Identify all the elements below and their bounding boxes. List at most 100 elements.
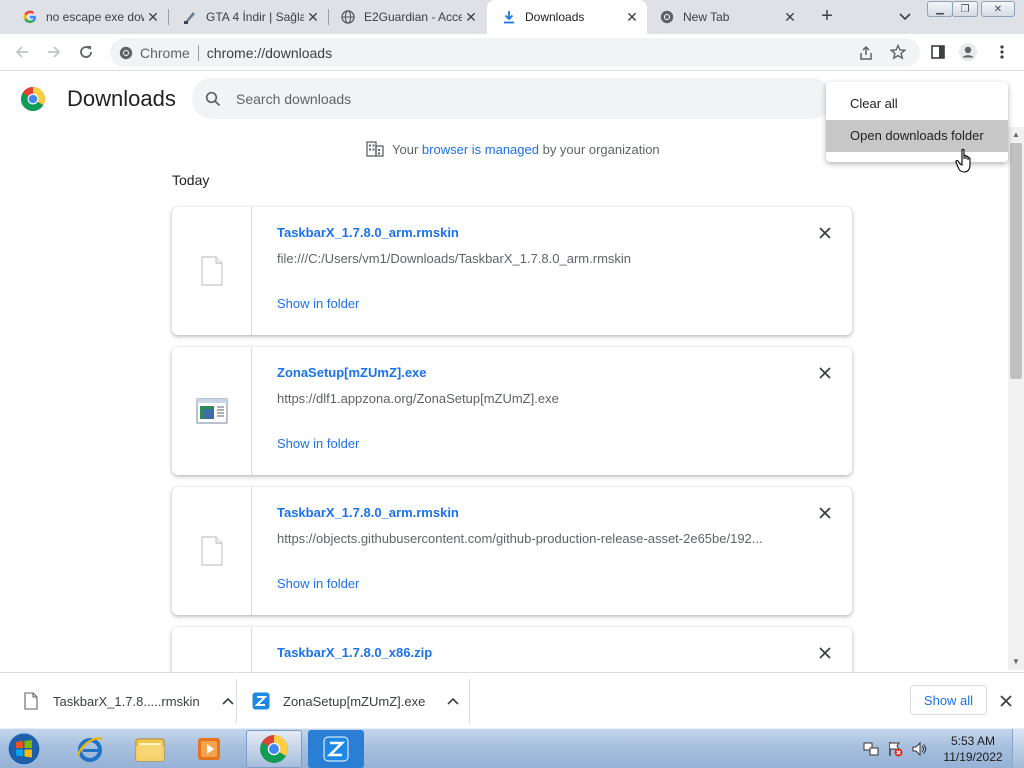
tab-google-search[interactable]: no escape exe download ✕: [8, 0, 168, 34]
download-source-url: https://objects.githubusercontent.com/gi…: [277, 531, 763, 546]
shelf-download-item[interactable]: TaskbarX_1.7.8.....rmskin: [22, 673, 238, 729]
star-bookmark-icon[interactable]: [889, 43, 907, 60]
download-filename-link[interactable]: TaskbarX_1.7.8.0_arm.rmskin: [277, 225, 459, 240]
download-filename-link[interactable]: ZonaSetup[mZUmZ].exe: [277, 365, 427, 380]
chevron-up-icon[interactable]: [218, 691, 238, 711]
download-card: TaskbarX_1.7.8.0_x86.zip: [172, 627, 852, 672]
managed-notice: Your browser is managed by your organiza…: [366, 140, 660, 158]
remove-download-close-icon[interactable]: [815, 363, 835, 383]
kebab-menu-icon[interactable]: [992, 42, 1012, 62]
managed-link[interactable]: browser is managed: [422, 142, 539, 157]
show-desktop-button[interactable]: [1012, 729, 1024, 768]
search-icon[interactable]: [204, 90, 222, 108]
remove-download-close-icon[interactable]: [815, 643, 835, 663]
chrome-logo-icon: [20, 86, 46, 112]
download-filename-link[interactable]: TaskbarX_1.7.8.0_x86.zip: [277, 645, 432, 660]
shelf-download-item[interactable]: ZonaSetup[mZUmZ].exe: [252, 673, 463, 729]
restore-button[interactable]: ❐: [952, 1, 978, 17]
taskbar-clock[interactable]: 5:53 AM 11/19/2022: [940, 733, 1006, 765]
chrome-taskbar-icon[interactable]: [246, 730, 302, 768]
omnibox-divider: [197, 44, 199, 61]
show-in-folder-link[interactable]: Show in folder: [277, 436, 359, 451]
shelf-divider: [236, 679, 237, 723]
search-downloads-box[interactable]: [192, 78, 832, 119]
chevron-up-icon[interactable]: [443, 691, 463, 711]
menu-item-open-downloads-folder[interactable]: Open downloads folder: [826, 120, 1008, 152]
remove-download-close-icon[interactable]: [815, 223, 835, 243]
windows-taskbar: 5:53 AM 11/19/2022: [0, 728, 1024, 768]
close-tab-icon[interactable]: ✕: [304, 8, 322, 26]
shelf-item-name: TaskbarX_1.7.8.....rmskin: [53, 693, 200, 709]
show-in-folder-link[interactable]: Show in folder: [277, 576, 359, 591]
file-icon-column: [172, 207, 252, 335]
minimize-button[interactable]: ▁: [927, 1, 953, 17]
file-icon-column: [172, 627, 252, 672]
close-window-button[interactable]: ✕: [981, 1, 1015, 17]
show-all-button[interactable]: Show all: [910, 685, 987, 715]
shelf-item-name: ZonaSetup[mZUmZ].exe: [283, 693, 426, 709]
download-card: ZonaSetup[mZUmZ].exe https://dlf1.appzon…: [172, 347, 852, 475]
zona-icon: [252, 691, 270, 711]
gta-icon: [182, 9, 198, 25]
volume-icon[interactable]: [910, 740, 928, 758]
zona-taskbar-icon[interactable]: [308, 730, 364, 768]
download-source-url: file:///C:/Users/vm1/Downloads/TaskbarX_…: [277, 251, 632, 266]
internet-explorer-icon[interactable]: [62, 730, 118, 768]
tab-search-chevron-icon[interactable]: [893, 6, 917, 28]
tab-title: E2Guardian - Access Denied: [364, 10, 462, 24]
media-player-icon[interactable]: [182, 730, 238, 768]
toolbar: Chrome chrome://downloads: [0, 34, 1024, 71]
profile-avatar-icon[interactable]: [958, 42, 978, 62]
tab-downloads[interactable]: Downloads ✕: [487, 0, 647, 34]
tab-e2guardian[interactable]: E2Guardian - Access Denied ✕: [326, 0, 486, 34]
url-text[interactable]: chrome://downloads: [207, 45, 332, 61]
tab-gta[interactable]: GTA 4 İndir | Sağlam ✕: [168, 0, 328, 34]
file-icon-column: [172, 487, 252, 615]
page-scrollbar[interactable]: ▲ ▼: [1008, 127, 1024, 670]
download-card: TaskbarX_1.7.8.0_arm.rmskin file:///C:/U…: [172, 207, 852, 335]
scrollbar-thumb[interactable]: [1010, 143, 1022, 379]
new-tab-button[interactable]: +: [815, 5, 839, 29]
close-tab-icon[interactable]: ✕: [623, 8, 641, 26]
search-input[interactable]: [236, 90, 796, 107]
action-center-flag-icon[interactable]: [886, 740, 904, 758]
network-icon[interactable]: [862, 740, 880, 758]
side-panel-icon[interactable]: [928, 42, 948, 62]
tab-new-tab[interactable]: New Tab ✕: [645, 0, 805, 34]
remove-download-close-icon[interactable]: [815, 503, 835, 523]
reload-icon[interactable]: [76, 42, 96, 62]
show-in-folder-link[interactable]: Show in folder: [277, 296, 359, 311]
share-icon[interactable]: [858, 45, 874, 61]
download-source-url: https://dlf1.appzona.org/ZonaSetup[mZUmZ…: [277, 391, 559, 406]
close-shelf-icon[interactable]: [996, 691, 1016, 711]
address-bar[interactable]: Chrome chrome://downloads: [110, 38, 920, 67]
globe-icon: [340, 9, 356, 25]
tab-title: New Tab: [683, 10, 730, 24]
site-chip[interactable]: Chrome: [140, 45, 190, 61]
close-tab-icon[interactable]: ✕: [462, 8, 480, 26]
file-explorer-icon[interactable]: [122, 730, 178, 768]
forward-arrow-icon[interactable]: [44, 42, 64, 62]
start-button-windows-icon[interactable]: [4, 730, 44, 768]
shelf-divider: [469, 679, 470, 723]
tab-title: no escape exe download: [46, 10, 144, 24]
menu-item-clear-all[interactable]: Clear all: [826, 88, 1008, 120]
scroll-down-arrow-icon[interactable]: ▼: [1012, 658, 1020, 666]
file-icon: [200, 536, 223, 566]
scroll-up-arrow-icon[interactable]: ▲: [1012, 131, 1020, 139]
file-icon-column: [172, 347, 252, 475]
tab-title: Downloads: [525, 10, 585, 24]
download-filename-link[interactable]: TaskbarX_1.7.8.0_arm.rmskin: [277, 505, 459, 520]
managed-text-pre: Your: [392, 141, 419, 157]
google-icon: [22, 9, 38, 25]
hand-pointer-cursor-icon: [955, 148, 977, 174]
close-tab-icon[interactable]: ✕: [144, 8, 162, 26]
file-icon: [200, 256, 223, 286]
clock-date: 11/19/2022: [943, 750, 1003, 764]
exe-window-icon: [195, 398, 228, 424]
back-arrow-icon[interactable]: [12, 42, 32, 62]
close-tab-icon[interactable]: ✕: [781, 8, 799, 26]
download-shelf: TaskbarX_1.7.8.....rmskin ZonaSetup[mZUm…: [0, 672, 1024, 728]
section-heading-today: Today: [172, 172, 210, 188]
clock-time: 5:53 AM: [950, 734, 996, 748]
